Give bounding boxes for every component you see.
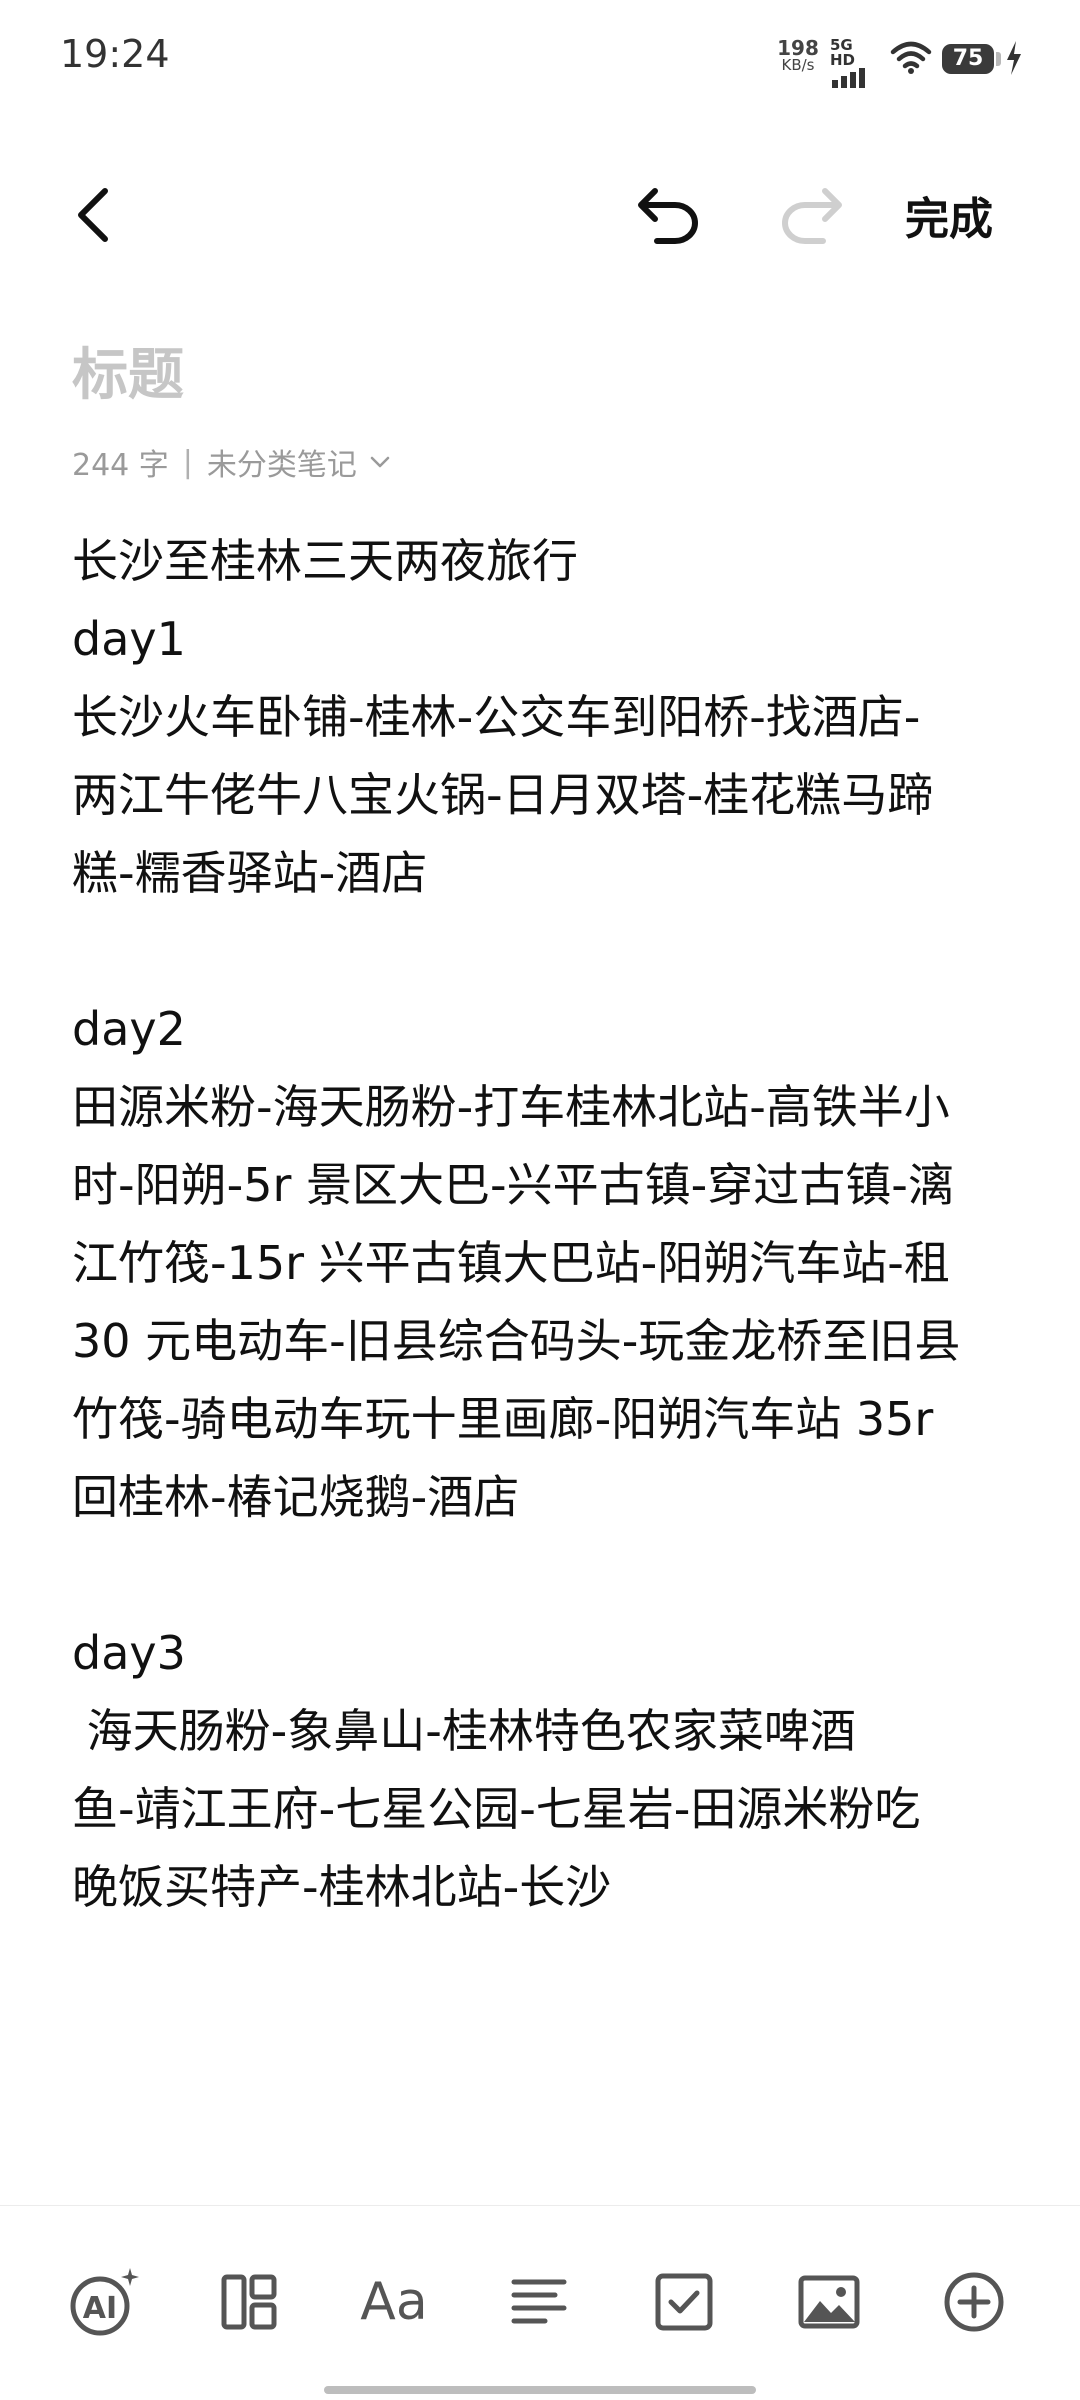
net-speed-value: 198 <box>777 36 819 60</box>
note-line: 竹筏-骑电动车玩十里画廊-阳朔汽车站 35r <box>72 1392 934 1446</box>
note-line: day2 <box>72 1002 186 1056</box>
checklist-button[interactable] <box>634 2252 734 2352</box>
layout-button[interactable] <box>199 2252 299 2352</box>
font-button[interactable]: Aa <box>344 2252 444 2352</box>
ai-button[interactable]: AI <box>54 2252 154 2352</box>
undo-button[interactable] <box>630 175 710 255</box>
layout-icon <box>221 2274 277 2330</box>
redo-icon <box>782 188 842 244</box>
meta-separator: | <box>182 444 193 480</box>
add-icon <box>944 2272 1004 2332</box>
category-label: 未分类笔记 <box>206 448 357 483</box>
note-line: 鱼-靖江王府-七星公园-七星岩-田源米粉吃 <box>72 1782 921 1836</box>
note-line: 晚饭买特产-桂林北站-长沙 <box>72 1860 612 1914</box>
net-speed-unit: KB/s <box>781 56 815 74</box>
note-line: day1 <box>72 612 186 666</box>
battery-tip <box>996 52 1001 66</box>
note-line: day3 <box>72 1626 186 1680</box>
word-count: 244 字 <box>72 448 169 483</box>
note-line <box>72 912 1012 990</box>
note-meta: 244 字 | 未分类笔记 <box>72 440 391 484</box>
chevron-down-icon <box>370 456 390 468</box>
bottom-toolbar: AI Aa <box>0 2252 1080 2352</box>
battery-level: 75 <box>942 44 994 74</box>
undo-icon <box>638 188 698 244</box>
note-line: 糕-糯香驿站-酒店 <box>72 846 428 900</box>
note-line: 回桂林-椿记烧鹅-酒店 <box>72 1470 520 1524</box>
ai-icon: AI <box>70 2268 139 2336</box>
note-body-editor[interactable]: 长沙至桂林三天两夜旅行 day1 长沙火车卧铺-桂林-公交车到阳桥-找酒店- 两… <box>72 522 1012 1926</box>
net-speed: 198 KB/s <box>768 38 828 73</box>
align-button[interactable] <box>489 2252 589 2352</box>
back-button[interactable] <box>58 175 128 255</box>
done-button[interactable]: 完成 <box>905 185 993 245</box>
font-icon: Aa <box>360 2272 428 2332</box>
note-line: 时-阳朔-5r 景区大巴-兴平古镇-穿过古镇-漓 <box>72 1158 954 1212</box>
status-bar: 19:24 198 KB/s 5G HD 75 <box>0 0 1080 110</box>
note-line: 江竹筏-15r 兴平古镇大巴站-阳朔汽车站-租 <box>72 1236 950 1290</box>
category-selector[interactable]: 未分类笔记 <box>207 440 391 484</box>
align-icon <box>511 2279 567 2324</box>
checkbox-icon <box>655 2273 713 2331</box>
redo-button[interactable] <box>770 175 850 255</box>
charging-icon <box>1007 41 1021 75</box>
note-line: 田源米粉-海天肠粉-打车桂林北站-高铁半小 <box>72 1080 950 1134</box>
status-time: 19:24 <box>60 32 170 76</box>
bottom-divider <box>0 2205 1080 2206</box>
signal-icon <box>832 68 865 88</box>
add-button[interactable] <box>924 2252 1024 2352</box>
home-indicator[interactable] <box>324 2386 756 2394</box>
note-line <box>72 1536 1012 1614</box>
note-title-input[interactable]: 标题 <box>72 330 184 411</box>
note-line: 长沙至桂林三天两夜旅行 <box>72 534 578 588</box>
note-line: 海天肠粉-象鼻山-桂林特色农家菜啤酒 <box>72 1704 856 1758</box>
wifi-icon <box>890 41 932 74</box>
ai-label: AI <box>83 2291 117 2326</box>
note-line: 两江牛佬牛八宝火锅-日月双塔-桂花糕马蹄 <box>72 768 934 822</box>
note-line: 长沙火车卧铺-桂林-公交车到阳桥-找酒店- <box>72 690 921 744</box>
network-type: 5G HD <box>830 36 856 69</box>
note-line: 30 元电动车-旧县综合码头-玩金龙桥至旧县 <box>72 1314 961 1368</box>
image-button[interactable] <box>779 2252 879 2352</box>
network-indicator: 5G HD <box>830 38 880 92</box>
image-icon <box>798 2275 860 2329</box>
back-icon <box>78 188 108 242</box>
